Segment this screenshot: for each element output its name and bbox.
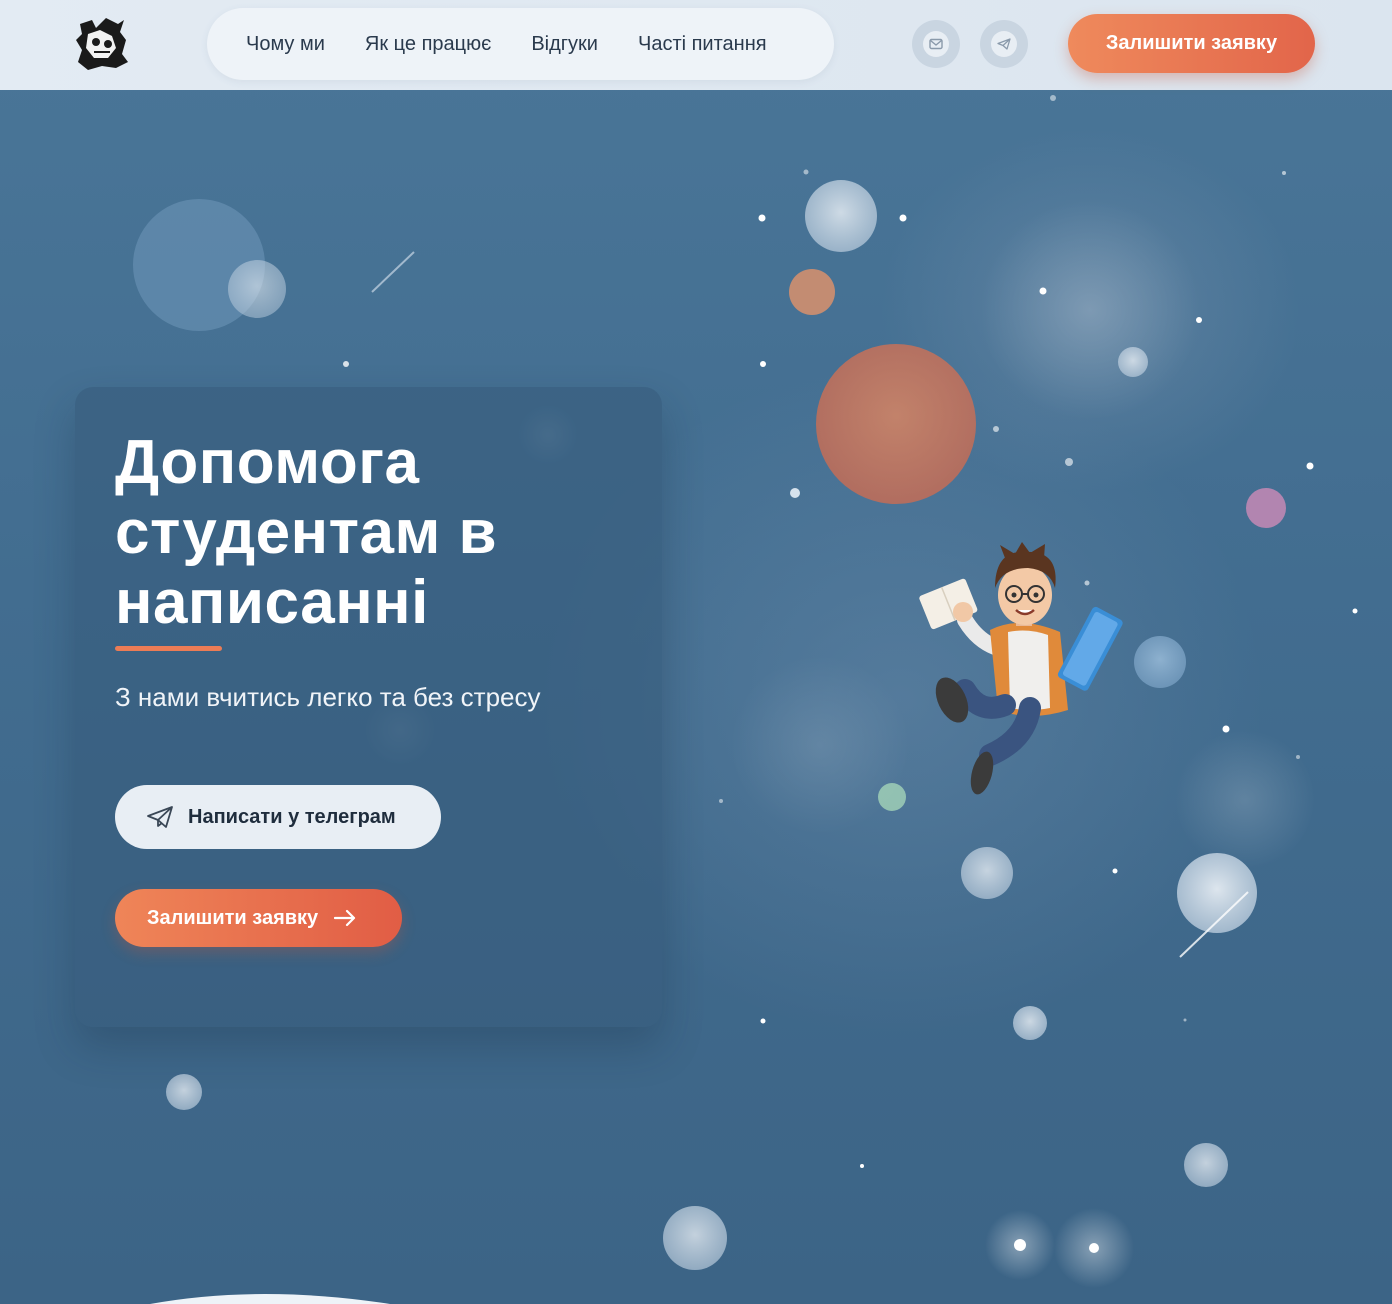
nav-item-faq[interactable]: Часті питання — [638, 33, 767, 56]
leave-request-button[interactable]: Залишити заявку — [115, 889, 402, 947]
telegram-header-button[interactable] — [980, 20, 1028, 68]
telegram-icon — [997, 38, 1011, 50]
main-nav: Чому ми Як це працює Відгуки Часті питан… — [207, 8, 834, 80]
nav-item-reviews[interactable]: Відгуки — [531, 33, 598, 56]
nav-item-how-it-works[interactable]: Як це працює — [365, 33, 491, 56]
arrow-right-icon — [334, 909, 356, 927]
title-underline — [115, 646, 222, 651]
leave-request-label: Залишити заявку — [147, 906, 319, 929]
header-leave-request-button[interactable]: Залишити заявку — [1068, 14, 1315, 73]
hero-subtitle: З нами вчитись легко та без стресу — [115, 682, 541, 712]
hero-title: Допомога студентам в написанні — [115, 428, 498, 637]
hero-background: Допомога студентам в написанні З нами вч… — [0, 0, 1392, 1304]
write-telegram-label: Написати у телеграм — [188, 805, 396, 828]
write-telegram-button[interactable]: Написати у телеграм — [115, 785, 441, 849]
site-header: Чому ми Як це працює Відгуки Часті питан… — [0, 0, 1392, 90]
nav-item-why-us[interactable]: Чому ми — [246, 33, 325, 56]
student-character-illustration — [919, 542, 1123, 795]
email-button[interactable] — [912, 20, 960, 68]
mail-icon — [929, 38, 943, 50]
telegram-icon — [147, 806, 173, 828]
logo-icon[interactable] — [72, 14, 132, 72]
